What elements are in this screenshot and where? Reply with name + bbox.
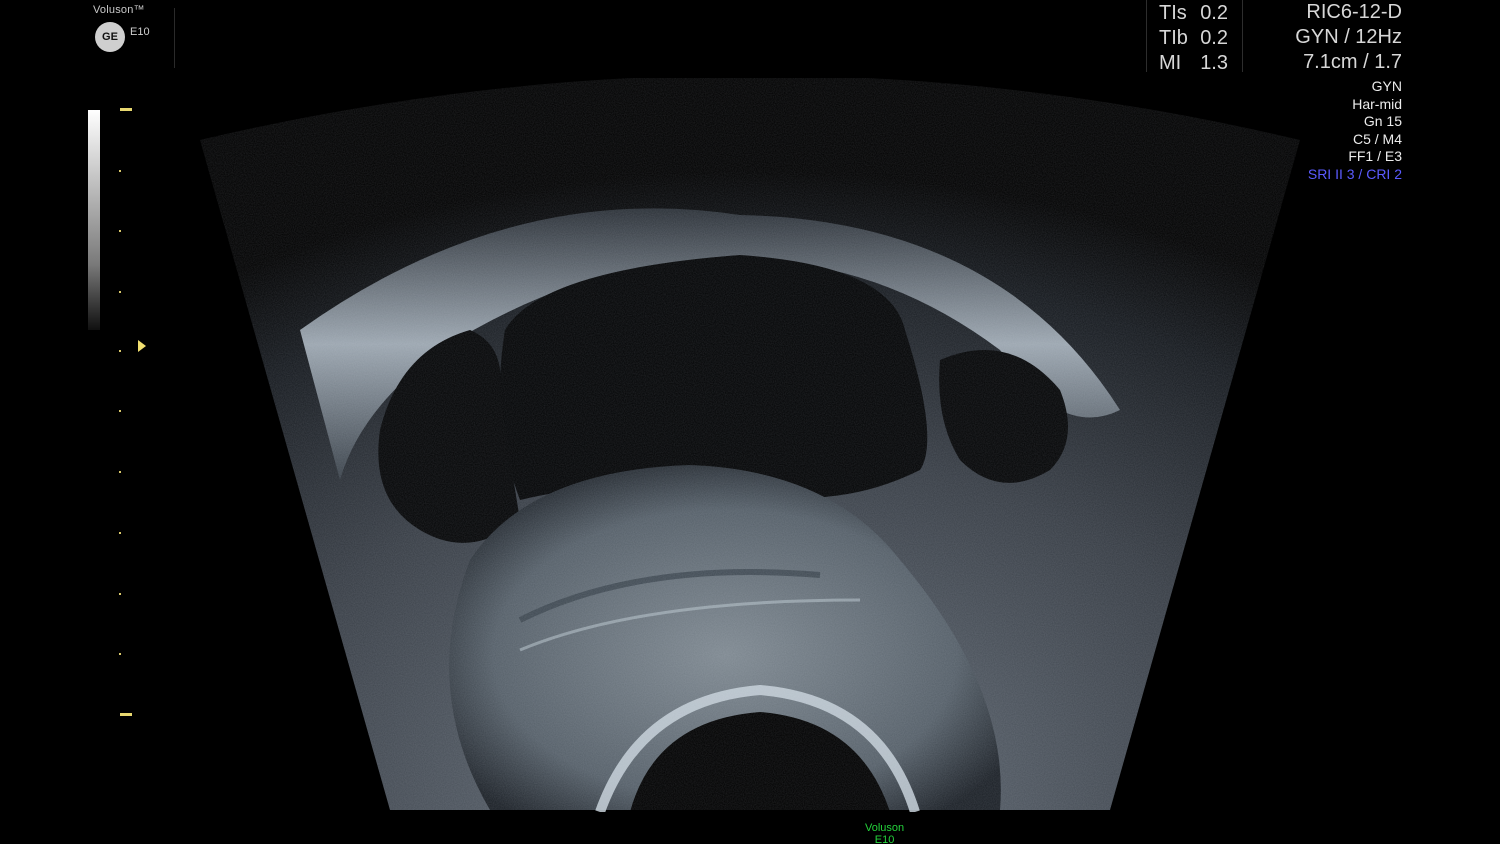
probe-info-panel: RIC6-12-D GYN / 12Hz 7.1cm / 1.7 <box>1250 0 1402 75</box>
mi-row: MI 1.3 <box>1159 52 1228 76</box>
header-separator <box>174 8 175 68</box>
tis-label: TIs <box>1159 2 1187 24</box>
depth-tick <box>119 170 121 172</box>
tis-row: TIs 0.2 <box>1159 2 1228 26</box>
depth-tick <box>119 593 121 595</box>
depth-tick <box>119 230 121 232</box>
tib-value: 0.2 <box>1200 27 1228 49</box>
grayscale-bar <box>88 110 100 330</box>
bottom-brand: Voluson <box>865 822 905 834</box>
param-application: GYN <box>1371 78 1402 94</box>
param-harmonic: Har-mid <box>1352 95 1402 112</box>
ge-logo-icon: GE <box>95 22 125 52</box>
bottom-model: E10 <box>874 834 895 844</box>
tib-label: TIb <box>1159 27 1188 49</box>
mi-label: MI <box>1159 52 1182 74</box>
depth-tick <box>120 713 132 716</box>
depth-tick <box>120 108 132 111</box>
depth-tick <box>119 653 121 655</box>
depth-tick <box>119 471 121 473</box>
ultrasound-screen: Voluson™ GE E10 TIs 0.2 TIb 0.2 MI 1.3 R… <box>0 0 1500 844</box>
voluson-brand: Voluson™ <box>93 4 145 16</box>
bottom-brand-badge: Voluson E10 <box>865 822 904 844</box>
param-focus: FF1 / E3 <box>1348 148 1402 164</box>
param-color-map: C5 / M4 <box>1352 130 1402 147</box>
probe-name: RIC6-12-D <box>1306 1 1402 23</box>
param-gain: Gn 15 <box>1363 113 1402 129</box>
depth-scale <box>112 104 142 724</box>
depth-tick <box>119 350 121 352</box>
focus-marker-icon[interactable] <box>138 340 146 352</box>
depth-tick <box>119 532 121 534</box>
param-sri-cri: SRI II 3 / CRI 2 <box>1307 165 1402 182</box>
depth-readout: 7.1cm / 1.7 <box>1303 51 1402 73</box>
mi-value: 1.3 <box>1200 52 1228 74</box>
imaging-params: GYN Har-mid Gn 15 C5 / M4 FF1 / E3 SRI I… <box>1260 78 1402 183</box>
tis-value: 0.2 <box>1200 2 1228 24</box>
depth-tick <box>119 410 121 412</box>
preset-frequency: GYN / 12Hz <box>1295 26 1402 48</box>
tib-row: TIb 0.2 <box>1159 27 1228 51</box>
safety-indices-panel: TIs 0.2 TIb 0.2 MI 1.3 <box>1146 0 1243 74</box>
depth-tick <box>119 291 121 293</box>
model-badge: E10 <box>130 26 150 38</box>
